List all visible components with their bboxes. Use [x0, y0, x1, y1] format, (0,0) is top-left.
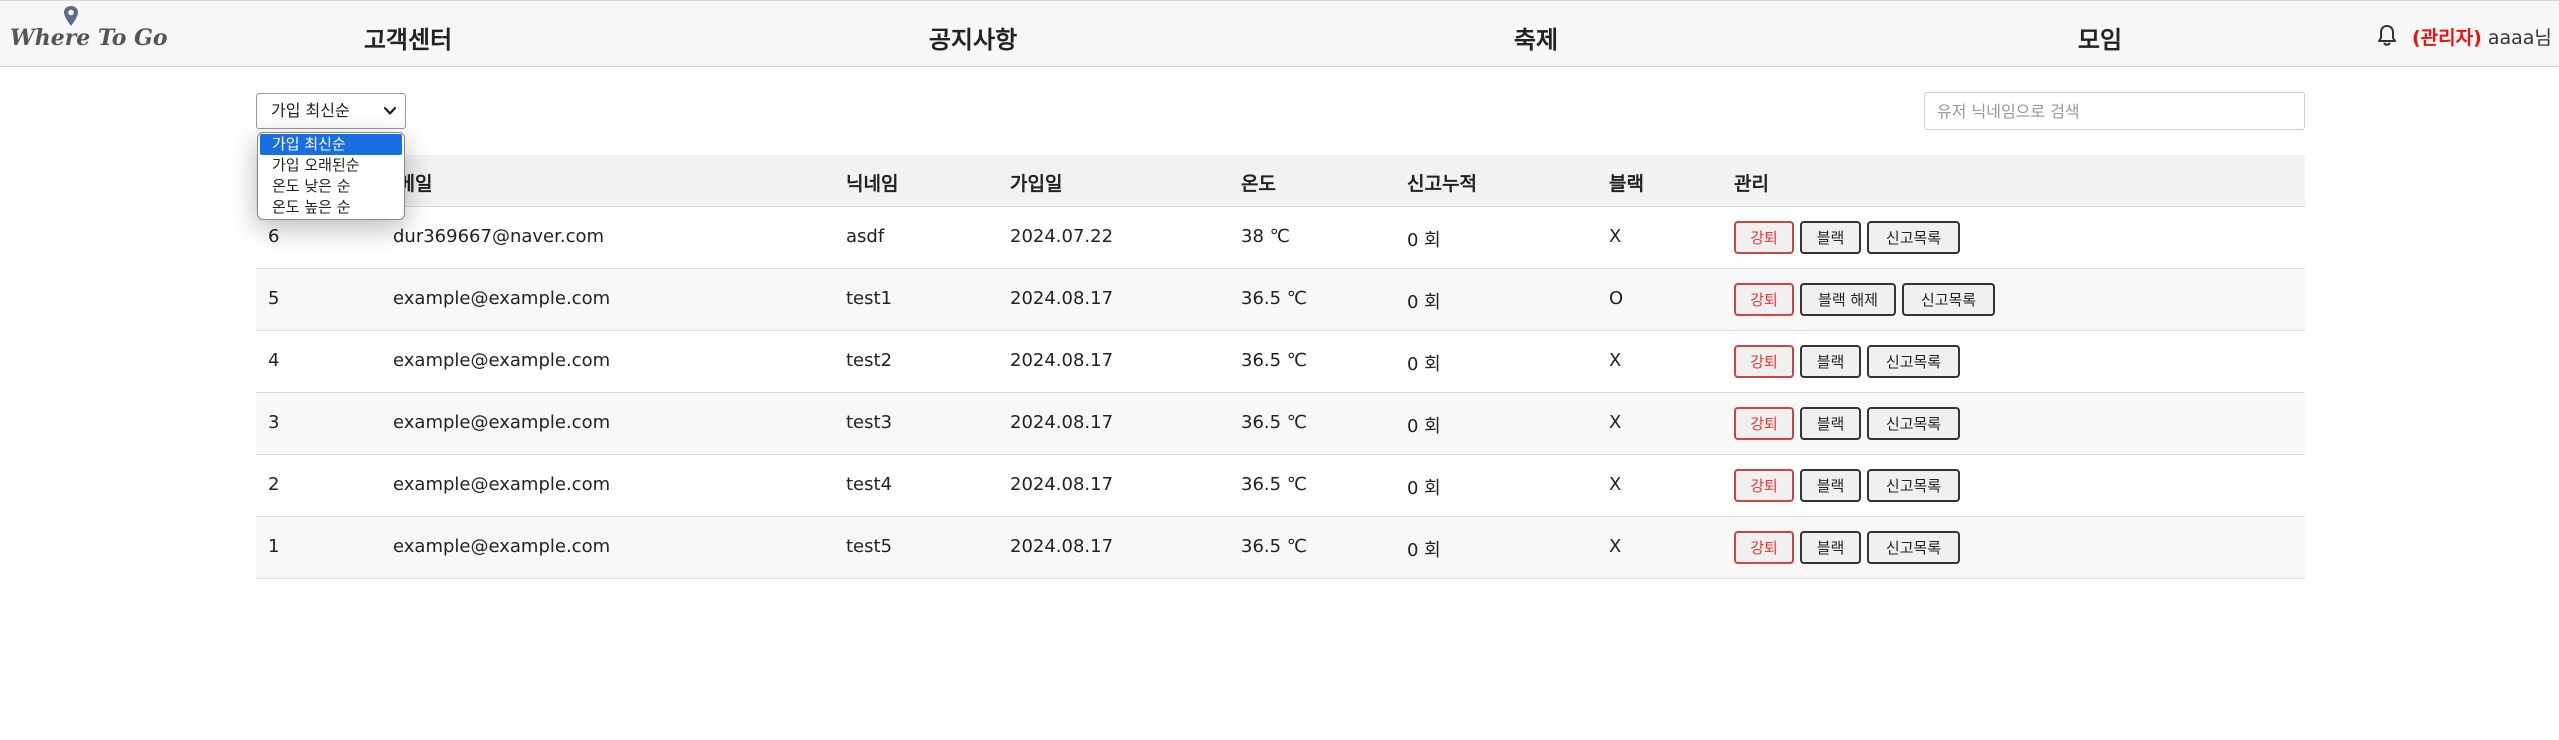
cell-nickname: test5 [846, 536, 893, 557]
report-list-button[interactable]: 신고목록 [1867, 345, 1960, 378]
sort-option-newest[interactable]: 가입 최신순 [260, 134, 402, 155]
cell-black: X [1609, 412, 1622, 433]
cell-joined: 2024.08.17 [1010, 412, 1114, 433]
nav-notices[interactable]: 공지사항 [929, 20, 1017, 55]
col-black: 블랙 [1609, 173, 1644, 195]
table-row: 5 example@example.com test1 2024.08.17 3… [256, 269, 2305, 331]
cell-email: example@example.com [393, 288, 611, 309]
cell-email: example@example.com [393, 412, 611, 433]
sort-option-oldest[interactable]: 가입 오래된순 [258, 155, 404, 176]
cell-temperature: 36.5 ℃ [1241, 412, 1308, 433]
table-row: 2 example@example.com test4 2024.08.17 3… [256, 455, 2305, 517]
black-button[interactable]: 블랙 [1800, 345, 1861, 378]
chevron-down-icon [383, 106, 397, 115]
cell-id: 3 [268, 412, 280, 433]
cell-reports: 0 회 [1407, 292, 1441, 313]
admin-label: (관리자) [2412, 27, 2482, 49]
cell-joined: 2024.08.17 [1010, 350, 1114, 371]
cell-nickname: test1 [846, 288, 893, 309]
col-nickname: 닉네임 [846, 173, 899, 195]
col-temperature: 온도 [1241, 173, 1276, 195]
cell-joined: 2024.07.22 [1010, 226, 1114, 247]
cell-email: example@example.com [393, 536, 611, 557]
report-list-button[interactable]: 신고목록 [1867, 407, 1960, 440]
report-list-button[interactable]: 신고목록 [1867, 531, 1960, 564]
logo[interactable]: Where To Go [8, 5, 168, 63]
cell-black: O [1609, 288, 1624, 309]
sort-selected-value: 가입 최신순 [271, 101, 350, 120]
logo-text: Where To Go [10, 25, 168, 51]
cell-reports: 0 회 [1407, 416, 1441, 437]
sort-dropdown-menu: 가입 최신순 가입 오래된순 온도 낮은 순 온도 높은 순 [257, 132, 405, 220]
col-manage: 관리 [1734, 173, 1769, 195]
col-reports: 신고누적 [1407, 173, 1477, 195]
cell-reports: 0 회 [1407, 230, 1441, 251]
cell-id: 1 [268, 536, 280, 557]
sort-option-temp-low[interactable]: 온도 낮은 순 [258, 176, 404, 197]
cell-email: example@example.com [393, 474, 611, 495]
cell-joined: 2024.08.17 [1010, 536, 1114, 557]
kick-button[interactable]: 강퇴 [1734, 469, 1794, 502]
cell-temperature: 36.5 ℃ [1241, 350, 1308, 371]
cell-temperature: 36.5 ℃ [1241, 288, 1308, 309]
cell-reports: 0 회 [1407, 354, 1441, 375]
top-navbar: Where To Go 고객센터 공지사항 축제 모임 (관리자) aaaa님 [0, 0, 2559, 67]
table-row: 6 dur369667@naver.com asdf 2024.07.22 38… [256, 207, 2305, 269]
cell-email: example@example.com [393, 350, 611, 371]
cell-temperature: 38 ℃ [1241, 226, 1290, 247]
table-row: 4 example@example.com test2 2024.08.17 3… [256, 331, 2305, 393]
table-header: 이메일 닉네임 가입일 온도 신고누적 블랙 관리 [256, 155, 2305, 207]
cell-nickname: test3 [846, 412, 893, 433]
username[interactable]: aaaa님 [2488, 27, 2552, 49]
col-joined: 가입일 [1010, 173, 1063, 195]
kick-button[interactable]: 강퇴 [1734, 407, 1794, 440]
cell-id: 5 [268, 288, 280, 309]
cell-reports: 0 회 [1407, 540, 1441, 561]
unblack-button[interactable]: 블랙 해제 [1800, 283, 1896, 316]
cell-nickname: asdf [846, 226, 885, 247]
search-input[interactable] [1924, 92, 2305, 130]
map-pin-icon [64, 6, 78, 26]
cell-black: X [1609, 350, 1622, 371]
bell-icon[interactable] [2376, 23, 2398, 47]
cell-temperature: 36.5 ℃ [1241, 536, 1308, 557]
sort-option-temp-high[interactable]: 온도 높은 순 [258, 197, 404, 218]
report-list-button[interactable]: 신고목록 [1867, 469, 1960, 502]
report-list-button[interactable]: 신고목록 [1867, 221, 1960, 254]
user-info: (관리자) aaaa님 [2412, 23, 2552, 50]
nav-customer-center[interactable]: 고객센터 [364, 20, 452, 55]
report-list-button[interactable]: 신고목록 [1902, 283, 1995, 316]
cell-reports: 0 회 [1407, 478, 1441, 499]
kick-button[interactable]: 강퇴 [1734, 345, 1794, 378]
cell-black: X [1609, 474, 1622, 495]
cell-black: X [1609, 536, 1622, 557]
nav-festival[interactable]: 축제 [1514, 20, 1558, 55]
table-row: 1 example@example.com test5 2024.08.17 3… [256, 517, 2305, 579]
black-button[interactable]: 블랙 [1800, 221, 1861, 254]
cell-email: dur369667@naver.com [393, 226, 605, 247]
table-row: 3 example@example.com test3 2024.08.17 3… [256, 393, 2305, 455]
cell-id: 6 [268, 226, 280, 247]
cell-joined: 2024.08.17 [1010, 288, 1114, 309]
black-button[interactable]: 블랙 [1800, 531, 1861, 564]
kick-button[interactable]: 강퇴 [1734, 221, 1794, 254]
users-table: 이메일 닉네임 가입일 온도 신고누적 블랙 관리 6 dur369667@na… [256, 155, 2305, 579]
sort-select[interactable]: 가입 최신순 [256, 93, 406, 129]
cell-id: 4 [268, 350, 280, 371]
cell-id: 2 [268, 474, 280, 495]
cell-nickname: test4 [846, 474, 893, 495]
kick-button[interactable]: 강퇴 [1734, 283, 1794, 316]
cell-joined: 2024.08.17 [1010, 474, 1114, 495]
cell-temperature: 36.5 ℃ [1241, 474, 1308, 495]
cell-nickname: test2 [846, 350, 893, 371]
kick-button[interactable]: 강퇴 [1734, 531, 1794, 564]
black-button[interactable]: 블랙 [1800, 469, 1861, 502]
cell-black: X [1609, 226, 1622, 247]
nav-meetup[interactable]: 모임 [2078, 20, 2122, 55]
black-button[interactable]: 블랙 [1800, 407, 1861, 440]
